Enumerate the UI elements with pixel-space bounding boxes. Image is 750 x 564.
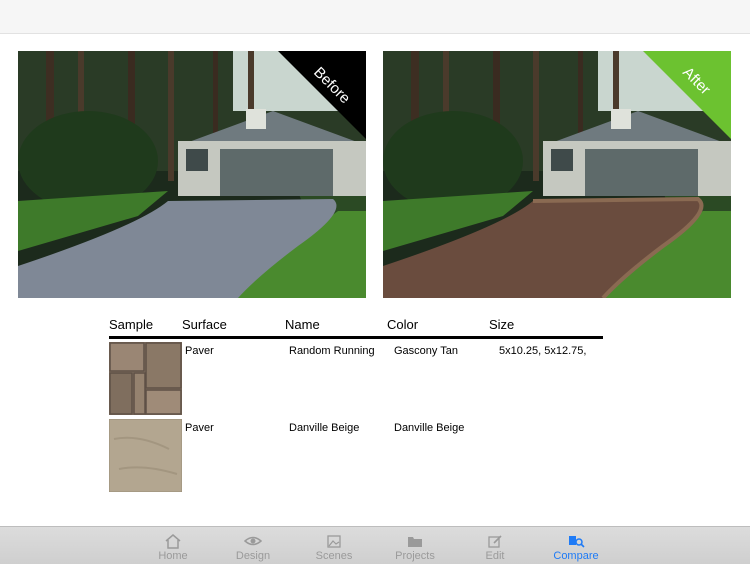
- header-sample: Sample: [109, 317, 154, 332]
- row-name: Danville Beige: [289, 422, 360, 434]
- tab-label: Projects: [395, 550, 435, 562]
- tab-home[interactable]: Home: [133, 527, 213, 564]
- header-name: Name: [285, 317, 320, 332]
- before-photo: Before: [18, 51, 366, 298]
- row-name: Random Running: [289, 345, 375, 357]
- top-bar: [0, 0, 750, 34]
- tab-projects[interactable]: Projects: [375, 527, 455, 564]
- folder-icon: [408, 537, 422, 547]
- tab-label: Design: [235, 550, 271, 562]
- row-color: Danville Beige: [394, 422, 465, 434]
- tab-edit[interactable]: Edit: [455, 527, 535, 564]
- tab-compare[interactable]: Compare: [536, 527, 616, 564]
- image-icon: [327, 535, 341, 548]
- sample-swatch: [109, 419, 182, 492]
- tab-design[interactable]: Design: [213, 527, 293, 564]
- table-row[interactable]: Paver Danville Beige Danville Beige: [109, 416, 603, 493]
- tab-label: Compare: [553, 550, 599, 562]
- table-header: Sample Surface Name Color Size: [109, 316, 603, 339]
- tab-label: Edit: [485, 550, 505, 562]
- row-surface: Paver: [185, 345, 214, 357]
- header-surface: Surface: [182, 317, 227, 332]
- row-size: 5x10.25, 5x12.75,: [499, 345, 587, 357]
- tab-label: Scenes: [315, 550, 353, 562]
- row-color: Gascony Tan: [394, 345, 459, 357]
- tab-scenes[interactable]: Scenes: [294, 527, 374, 564]
- header-size: Size: [489, 317, 515, 332]
- home-icon: [165, 534, 181, 549]
- eye-icon: [244, 536, 262, 546]
- header-color: Color: [387, 317, 419, 332]
- row-surface: Paver: [185, 422, 214, 434]
- tab-bar: Home Design Scenes Projects Edit Compare: [0, 526, 750, 564]
- tab-label: Home: [158, 550, 188, 562]
- compare-icon: [569, 536, 585, 548]
- table-row[interactable]: Paver Random Running Gascony Tan 5x10.25…: [109, 339, 603, 416]
- after-photo: After: [383, 51, 731, 298]
- product-table: Sample Surface Name Color Size Paver Ran…: [109, 316, 603, 493]
- edit-icon: [488, 535, 502, 548]
- sample-swatch: [109, 342, 182, 415]
